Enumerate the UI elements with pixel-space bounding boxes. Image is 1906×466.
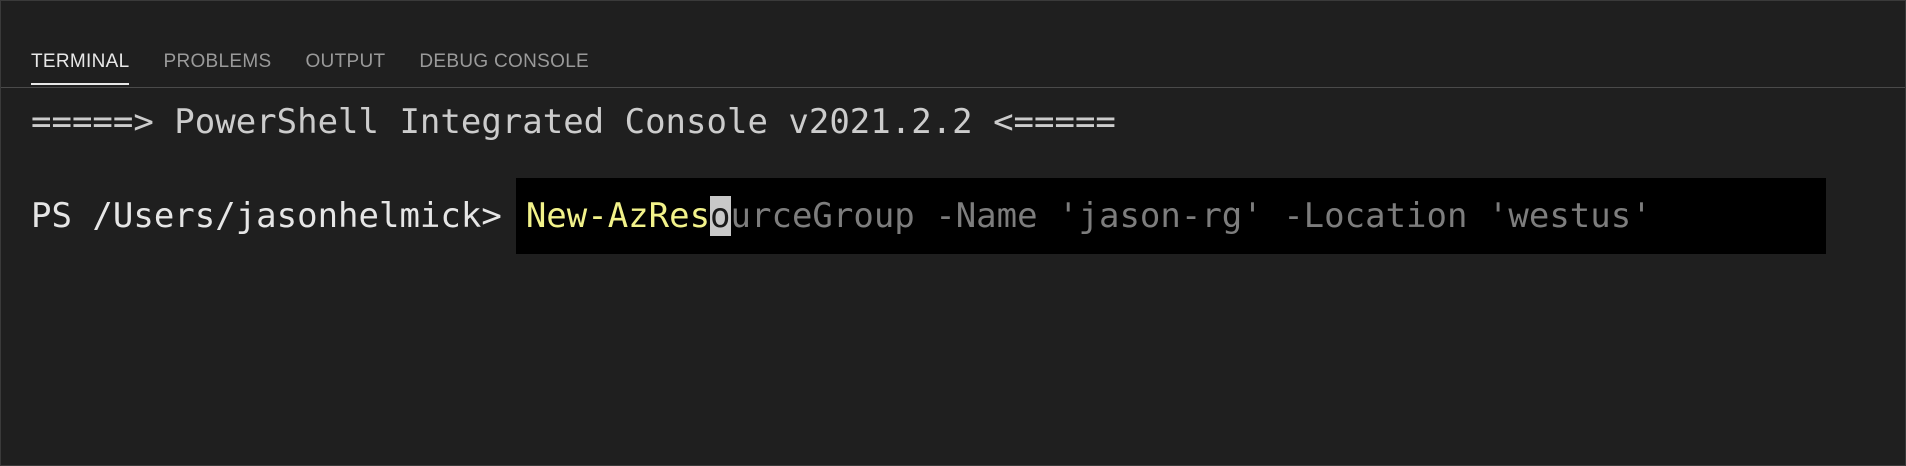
text-cursor: o	[710, 196, 731, 236]
terminal-prompt: PS /Users/jasonhelmick>	[31, 196, 502, 236]
command-input[interactable]: New-AzRes o urceGroup -Name 'jason-rg' -Lo…	[515, 178, 1826, 254]
tab-terminal[interactable]: TERMINAL	[31, 29, 130, 85]
panel-tabs: TERMINAL PROBLEMS OUTPUT DEBUG CONSOLE	[1, 29, 1905, 87]
panel-header: TERMINAL PROBLEMS OUTPUT DEBUG CONSOLE	[1, 1, 1905, 88]
inline-suggestion: urceGroup -Name 'jason-rg' -Location 'we…	[730, 196, 1652, 236]
typed-command: New-AzRes	[525, 196, 711, 236]
terminal-view[interactable]: =====> PowerShell Integrated Console v20…	[1, 100, 1905, 254]
tab-output[interactable]: OUTPUT	[305, 29, 385, 85]
tab-problems[interactable]: PROBLEMS	[163, 29, 271, 85]
vscode-panel: TERMINAL PROBLEMS OUTPUT DEBUG CONSOLE =…	[0, 0, 1906, 466]
tab-debug-console[interactable]: DEBUG CONSOLE	[419, 29, 589, 85]
terminal-prompt-line: PS /Users/jasonhelmick> New-AzRes o urceGr…	[31, 178, 1905, 254]
terminal-banner: =====> PowerShell Integrated Console v20…	[31, 102, 1116, 142]
